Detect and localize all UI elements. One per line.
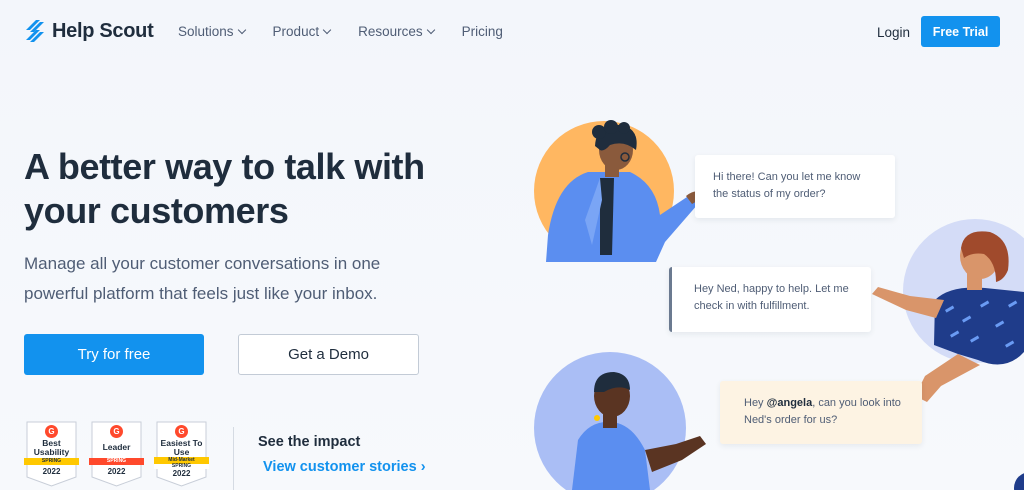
- chevron-down-icon: [322, 25, 332, 35]
- get-a-demo-button[interactable]: Get a Demo: [238, 334, 419, 375]
- chevron-down-icon: [426, 25, 435, 35]
- nav-links: Solutions Product Resources Pricing: [178, 24, 503, 39]
- person-ned-illustration: [534, 120, 704, 262]
- impact-heading: See the impact: [258, 434, 361, 450]
- g2-logo-icon: G: [110, 425, 123, 438]
- badge-year: 2022: [172, 469, 191, 478]
- free-trial-button[interactable]: Free Trial: [921, 16, 1000, 47]
- nav-item-solutions[interactable]: Solutions: [178, 24, 246, 39]
- g2-badge-best-usability: G Best Usability SPRING 2022: [24, 421, 79, 487]
- login-link[interactable]: Login: [877, 25, 910, 40]
- nav-item-pricing[interactable]: Pricing: [462, 24, 503, 39]
- g2-logo-icon: G: [175, 425, 188, 438]
- nav-item-label: Resources: [358, 24, 423, 39]
- nav-item-label: Product: [272, 24, 320, 39]
- nav-item-product[interactable]: Product: [272, 24, 332, 39]
- chat-bubble-agent: Hey Ned, happy to help. Let me check in …: [669, 267, 871, 332]
- view-customer-stories-link[interactable]: View customer stories ›: [263, 459, 426, 475]
- nav-item-resources[interactable]: Resources: [358, 24, 435, 39]
- badge-title: Easiest To Use: [160, 438, 203, 457]
- brand-name: Help Scout: [52, 19, 154, 42]
- mention-tag: @angela: [766, 397, 813, 409]
- g2-badge-easiest-to-use: G Easiest To Use Mid-Market SPRING 2022: [154, 421, 209, 487]
- chevron-down-icon: [237, 25, 246, 35]
- badge-title: Best Usability: [33, 438, 70, 457]
- try-for-free-button[interactable]: Try for free: [24, 334, 204, 375]
- badge-year: 2022: [107, 467, 126, 476]
- help-scout-logo-icon: [26, 20, 44, 42]
- person-agent-illustration: [872, 219, 1024, 402]
- nav-item-label: Solutions: [178, 24, 234, 39]
- corner-decoration: [1014, 473, 1024, 490]
- brand-logo[interactable]: Help Scout: [24, 19, 154, 43]
- chat-bubble-customer: Hi there! Can you let me know the status…: [695, 155, 895, 218]
- badge-title: Leader: [102, 442, 131, 452]
- top-navigation: Help Scout Solutions Product Resources P…: [0, 0, 1024, 64]
- g2-badge-leader: G Leader SPRING 2022: [89, 421, 144, 487]
- nav-item-label: Pricing: [461, 24, 503, 39]
- divider: [233, 427, 234, 490]
- chat-bubble-mention: Hey @angela, can you look into Ned's ord…: [720, 381, 922, 444]
- g2-badges: G Best Usability SPRING 2022 G Leader SP…: [24, 421, 209, 487]
- badge-ribbon: SPRING: [89, 458, 144, 465]
- badge-year: 2022: [42, 467, 61, 476]
- hero-headline: A better way to talk with your customers: [24, 146, 425, 231]
- hero-subhead: Manage all your customer conversations i…: [24, 254, 381, 303]
- badge-ribbon: SPRING: [24, 458, 79, 465]
- chat-text: Hey: [744, 397, 767, 409]
- person-angela-illustration: [534, 352, 706, 490]
- g2-logo-icon: G: [45, 425, 58, 438]
